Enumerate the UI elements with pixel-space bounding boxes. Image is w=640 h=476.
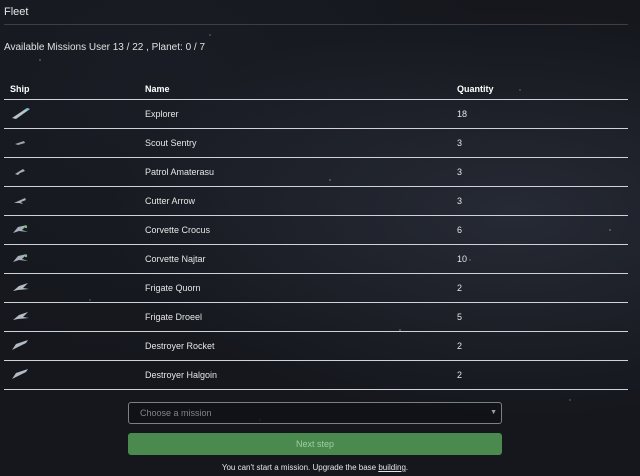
ship-cell xyxy=(4,99,145,129)
chevron-down-icon: ▼ xyxy=(490,409,497,416)
ship-quantity: 3 xyxy=(457,128,628,158)
table-row: Corvette Najtar 10 xyxy=(4,244,628,274)
table-row: Destroyer Rocket 2 xyxy=(4,331,628,361)
table-header-row: Ship Name Quantity xyxy=(4,78,628,100)
table-row: Corvette Crocus 6 xyxy=(4,215,628,245)
ship-cell xyxy=(4,360,145,390)
mission-select-placeholder: Choose a mission xyxy=(140,408,212,418)
ship-cell xyxy=(4,331,145,361)
column-header-quantity: Quantity xyxy=(457,78,628,100)
ship-name: Destroyer Halgoin xyxy=(145,360,457,390)
mission-select[interactable]: Choose a mission ▼ xyxy=(128,402,502,424)
ship-quantity: 2 xyxy=(457,273,628,303)
ship-name: Corvette Najtar xyxy=(145,244,457,274)
patrol-ship-icon xyxy=(10,164,32,180)
next-step-button[interactable]: Next step xyxy=(128,433,502,455)
corvette-ship-icon xyxy=(10,222,32,238)
table-row: Frigate Quorn 2 xyxy=(4,273,628,303)
ship-cell xyxy=(4,215,145,245)
ship-quantity: 3 xyxy=(457,157,628,187)
fleet-table: Ship Name Quantity Explorer 18 Scout Sentr… xyxy=(4,78,628,390)
table-row: Cutter Arrow 3 xyxy=(4,186,628,216)
ship-cell xyxy=(4,273,145,303)
frigate-ship-icon xyxy=(10,280,32,296)
cutter-ship-icon xyxy=(10,193,32,209)
ship-quantity: 18 xyxy=(457,99,628,129)
ship-quantity: 6 xyxy=(457,215,628,245)
page-title: Fleet xyxy=(4,6,29,18)
frigate-ship-icon xyxy=(10,309,32,325)
column-header-ship: Ship xyxy=(4,78,145,100)
upgrade-note-text: You can't start a mission. Upgrade the b… xyxy=(221,463,379,472)
ship-cell xyxy=(4,302,145,332)
table-row: Destroyer Halgoin 2 xyxy=(4,360,628,390)
ship-name: Frigate Droeel xyxy=(145,302,457,332)
ship-cell xyxy=(4,157,145,187)
upgrade-note-suffix: . xyxy=(405,463,409,472)
ship-name: Scout Sentry xyxy=(145,128,457,158)
title-divider xyxy=(4,24,628,25)
available-missions-text: Available Missions User 13 / 22 , Planet… xyxy=(4,42,206,53)
ship-quantity: 5 xyxy=(457,302,628,332)
column-header-name: Name xyxy=(145,78,457,100)
table-row: Patrol Amaterasu 3 xyxy=(4,157,628,187)
corvette-ship-icon xyxy=(10,251,32,267)
ship-quantity: 3 xyxy=(457,186,628,216)
destroyer-ship-icon xyxy=(10,367,32,383)
ship-quantity: 10 xyxy=(457,244,628,274)
ship-cell xyxy=(4,244,145,274)
building-link[interactable]: building xyxy=(378,463,406,472)
ship-name: Frigate Quorn xyxy=(145,273,457,303)
scout-ship-icon xyxy=(10,135,32,151)
ship-cell xyxy=(4,128,145,158)
ship-name: Cutter Arrow xyxy=(145,186,457,216)
destroyer-ship-icon xyxy=(10,338,32,354)
table-row: Explorer 18 xyxy=(4,99,628,129)
table-row: Scout Sentry 3 xyxy=(4,128,628,158)
ship-name: Destroyer Rocket xyxy=(145,331,457,361)
ship-name: Corvette Crocus xyxy=(145,215,457,245)
ship-name: Patrol Amaterasu xyxy=(145,157,457,187)
ship-quantity: 2 xyxy=(457,331,628,361)
ship-cell xyxy=(4,186,145,216)
upgrade-note: You can't start a mission. Upgrade the b… xyxy=(0,463,630,472)
table-row: Frigate Droeel 5 xyxy=(4,302,628,332)
ship-name: Explorer xyxy=(145,99,457,129)
explorer-ship-icon xyxy=(10,106,32,122)
ship-quantity: 2 xyxy=(457,360,628,390)
